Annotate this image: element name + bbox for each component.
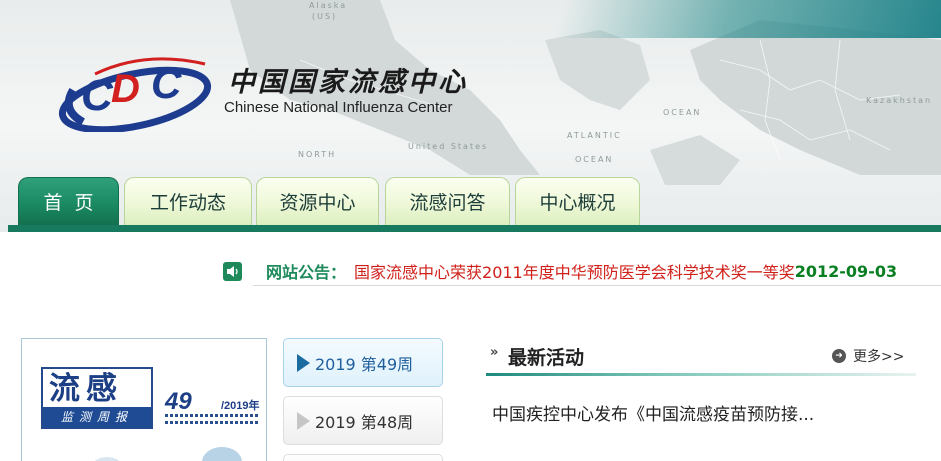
bulletin-title-bottom: 监测周报 [43, 407, 151, 427]
bulletin-title-box: 流感 监测周报 [41, 367, 153, 429]
week-label: 2019 第48周 [315, 412, 414, 432]
activities-underline [486, 373, 916, 376]
svg-text:Alaska: Alaska [309, 1, 347, 10]
notice-link[interactable]: 国家流感中心荣获2011年度中华预防医学会科学技术奖一等奖 [354, 259, 795, 283]
svg-text:OCEAN: OCEAN [663, 108, 701, 117]
svg-text:C: C [151, 60, 182, 107]
tab-flu-qa[interactable]: 流感问答 [385, 177, 510, 225]
header-accent-band [551, 0, 941, 38]
tab-work-news[interactable]: 工作动态 [124, 177, 252, 225]
more-link[interactable]: ➜ 更多>> [832, 346, 904, 366]
svg-text:D: D [111, 67, 140, 111]
play-triangle-icon [297, 412, 310, 430]
arrow-circle-icon: ➜ [832, 349, 846, 363]
activity-item[interactable]: 中国疾控中心发布《中国流感疫苗预防接... [492, 400, 814, 425]
bulletin-map-graphic [92, 457, 122, 461]
cnic-logo-icon[interactable]: C D C [55, 50, 215, 132]
activities-title: 最新活动 [508, 347, 585, 369]
svg-text:Kazakhstan: Kazakhstan [866, 96, 932, 105]
bulletin-title-top: 流感 [49, 371, 123, 407]
activities-header: » 最新活动 ➜ 更多>> [486, 340, 941, 378]
notice-label: 网站公告： [266, 263, 347, 282]
notice-date: 2012-09-03 [794, 261, 898, 281]
week-item-48[interactable]: 2019 第48周 [283, 396, 443, 445]
tab-home[interactable]: 首页 [18, 177, 119, 225]
bulletin-fine-print [165, 421, 260, 424]
svg-text:NORTH: NORTH [298, 150, 336, 159]
bulletin-issue-number: 49 [165, 388, 192, 415]
bulletin-thumbnail[interactable]: 流感 监测周报 49 /2019年 [21, 338, 267, 461]
week-item-next[interactable] [283, 454, 443, 461]
org-name-cn: 中国国家流感中心 [228, 67, 468, 98]
svg-text:C: C [81, 71, 114, 120]
site-notice: 网站公告： 国家流感中心荣获2011年度中华预防医学会科学技术奖一等奖 2012… [223, 258, 897, 284]
week-label: 2019 第49周 [315, 354, 414, 374]
svg-text:OCEAN: OCEAN [575, 155, 613, 164]
week-item-49[interactable]: 2019 第49周 [283, 338, 443, 387]
play-triangle-icon [297, 354, 310, 372]
notice-divider [253, 285, 941, 286]
tab-about-center[interactable]: 中心概况 [515, 177, 640, 225]
nav-underline-bar [8, 225, 941, 232]
more-label: 更多>> [853, 349, 905, 365]
header-banner: Alaska (US) NORTH United States ATLANTIC… [0, 0, 941, 232]
bulletin-map-graphic [202, 447, 242, 461]
double-chevron-icon: » [490, 345, 499, 360]
bulletin-fine-print [165, 414, 260, 417]
page: Alaska (US) NORTH United States ATLANTIC… [0, 0, 941, 461]
svg-text:(US): (US) [312, 12, 337, 21]
bulletin-issue-year: /2019年 [221, 400, 260, 412]
speaker-icon [223, 261, 242, 281]
svg-text:ATLANTIC: ATLANTIC [567, 131, 622, 140]
org-name-en: Chinese National Influenza Center [224, 99, 453, 116]
svg-text:United States: United States [408, 142, 488, 151]
tab-resource-center[interactable]: 资源中心 [256, 177, 379, 225]
